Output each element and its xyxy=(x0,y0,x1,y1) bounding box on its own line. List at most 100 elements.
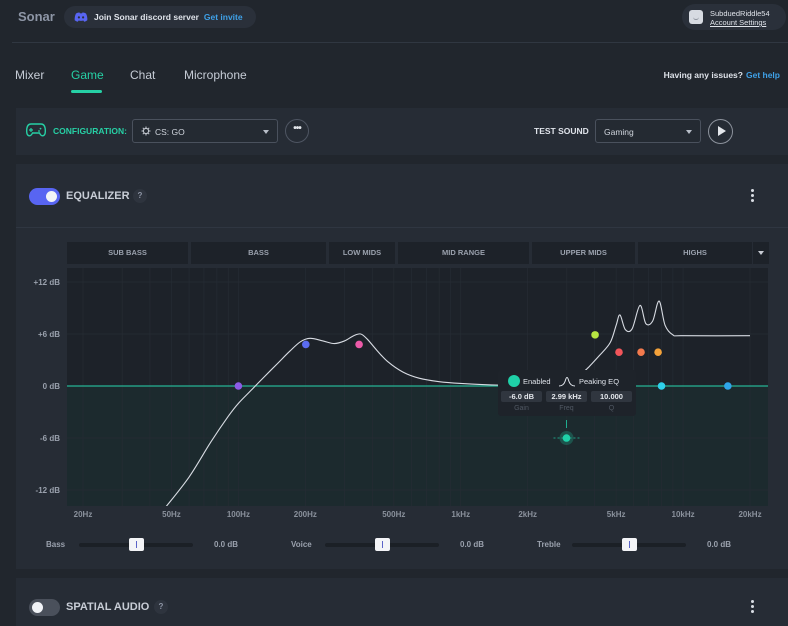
equalizer-menu-icon[interactable] xyxy=(749,189,755,205)
eq-chart: +12 dB +6 dB 0 dB -6 dB -12 dB 20Hz 50Hz 100Hz 2… xyxy=(0,265,788,527)
equalizer-toggle[interactable] xyxy=(29,188,60,205)
discord-icon xyxy=(74,12,88,22)
account-settings-link[interactable]: Account Settings xyxy=(710,18,766,27)
band-mid-range[interactable]: MID RANGE xyxy=(398,242,529,264)
peaking-eq-icon xyxy=(559,377,575,387)
equalizer-help-icon[interactable]: ? xyxy=(133,189,147,203)
y-tick-label: -6 dB xyxy=(40,434,60,443)
treble-slider-thumb[interactable] xyxy=(621,538,637,551)
get-help-link[interactable]: Get help xyxy=(746,70,780,80)
app-title: Sonar xyxy=(18,9,55,24)
band-upper-mids[interactable]: UPPER MIDS xyxy=(532,242,635,264)
x-tick-label: 1kHz xyxy=(451,510,470,519)
voice-slider-thumb[interactable] xyxy=(374,538,390,551)
y-tick-label: -12 dB xyxy=(36,486,61,495)
band-sub-bass[interactable]: SUB BASS xyxy=(67,242,188,264)
configuration-bar: CONFIGURATION: CS: GO ••• TEST SOUND Gam… xyxy=(16,108,788,155)
bass-slider[interactable] xyxy=(79,538,193,551)
eq-chart-svg[interactable]: +12 dB +6 dB 0 dB -6 dB -12 dB 20Hz 50Hz 100Hz 2… xyxy=(0,265,788,527)
spatial-audio-menu-icon[interactable] xyxy=(749,600,755,616)
discord-banner[interactable]: Join Sonar discord server Get invite xyxy=(64,6,256,28)
spatial-audio-toggle[interactable] xyxy=(29,599,60,616)
x-tick-label: 500Hz xyxy=(382,510,405,519)
test-sound-value: Gaming xyxy=(604,127,634,137)
y-tick-label: 0 dB xyxy=(43,382,61,391)
gain-label: Gain xyxy=(514,405,529,412)
eq-node[interactable] xyxy=(355,340,363,349)
toggle-knob xyxy=(46,191,57,202)
q-label: Q xyxy=(608,405,615,412)
treble-slider-value: 0.0 dB xyxy=(707,540,732,549)
y-tick-label: +12 dB xyxy=(34,278,61,287)
equalizer-title: EQUALIZER xyxy=(66,190,130,202)
get-invite-link[interactable]: Get invite xyxy=(204,12,243,22)
x-tick-label: 200Hz xyxy=(294,510,317,519)
avatar-icon xyxy=(689,10,703,24)
x-tick-label: 10kHz xyxy=(672,510,695,519)
eq-node[interactable] xyxy=(234,382,243,390)
main-tabs: Mixer Game Chat Microphone Having any is… xyxy=(0,62,788,96)
steelseries-icon xyxy=(141,126,151,136)
x-tick-label: 20kHz xyxy=(738,510,761,519)
equalizer-header: EQUALIZER ? xyxy=(16,164,788,228)
chevron-down-icon xyxy=(686,130,692,134)
eq-node[interactable] xyxy=(654,348,662,356)
configuration-label: CONFIGURATION: xyxy=(53,126,127,136)
top-bar: Sonar Join Sonar discord server Get invi… xyxy=(0,0,788,42)
spatial-audio-panel: SPATIAL AUDIO ? xyxy=(16,578,788,626)
eq-node[interactable] xyxy=(302,340,310,349)
bands-dropdown-icon[interactable] xyxy=(753,242,769,264)
test-sound-select[interactable]: Gaming xyxy=(595,119,701,143)
tab-chat[interactable]: Chat xyxy=(130,68,155,82)
username: SubduedRiddle54 xyxy=(710,9,770,18)
chevron-down-icon xyxy=(263,130,269,134)
spatial-audio-help-icon[interactable]: ? xyxy=(154,600,168,614)
active-tab-indicator xyxy=(71,90,102,93)
help-text: Having any issues? xyxy=(663,70,743,80)
bass-slider-label: Bass xyxy=(46,540,66,549)
spatial-audio-title: SPATIAL AUDIO xyxy=(66,601,150,613)
bass-slider-thumb[interactable] xyxy=(128,538,144,551)
more-options-button[interactable]: ••• xyxy=(285,119,309,143)
x-tick-label: 2kHz xyxy=(518,510,537,519)
tab-game[interactable]: Game xyxy=(71,68,104,82)
eq-node[interactable] xyxy=(637,348,645,356)
play-test-sound-button[interactable] xyxy=(708,119,733,144)
enabled-label: Enabled xyxy=(523,377,551,386)
tab-microphone[interactable]: Microphone xyxy=(184,68,247,82)
bass-slider-value: 0.0 dB xyxy=(214,540,239,549)
x-tick-label: 50Hz xyxy=(162,510,181,519)
enabled-indicator[interactable] xyxy=(508,375,520,387)
freq-label: Freq xyxy=(559,405,574,412)
x-tick-label: 20Hz xyxy=(74,510,93,519)
freq-field[interactable]: 2.99 kHz xyxy=(546,391,587,402)
eq-node[interactable] xyxy=(657,382,666,390)
test-sound-label: TEST SOUND xyxy=(534,126,589,136)
treble-slider[interactable] xyxy=(572,538,686,551)
negative-region-fill xyxy=(67,386,768,506)
header-divider xyxy=(12,42,788,43)
q-field[interactable]: 10.000 xyxy=(591,391,632,402)
voice-slider-value: 0.0 dB xyxy=(460,540,485,549)
gamepad-icon xyxy=(26,123,46,137)
help-prompt: Having any issues? Get help xyxy=(664,70,780,80)
x-tick-label: 100Hz xyxy=(227,510,250,519)
gain-field[interactable]: -6.0 dB xyxy=(501,391,542,402)
voice-slider[interactable] xyxy=(325,538,439,551)
x-tick-label: 5kHz xyxy=(607,510,626,519)
quick-sliders: Bass 0.0 dB Voice 0.0 dB Treble 0.0 dB xyxy=(0,535,788,555)
eq-node-tooltip: Enabled Peaking EQ -6.0 dB 2.99 kHz 10.0… xyxy=(498,370,636,416)
band-bass[interactable]: BASS xyxy=(191,242,326,264)
eq-node[interactable] xyxy=(591,331,599,339)
eq-node[interactable] xyxy=(615,348,623,356)
treble-slider-label: Treble xyxy=(537,540,561,549)
filter-type-label[interactable]: Peaking EQ xyxy=(579,377,619,386)
band-highs[interactable]: HIGHS xyxy=(638,242,752,264)
eq-node[interactable] xyxy=(562,434,571,442)
eq-node[interactable] xyxy=(724,382,732,390)
tab-mixer[interactable]: Mixer xyxy=(15,68,44,82)
account-menu[interactable]: SubduedRiddle54 Account Settings xyxy=(682,4,786,30)
y-tick-label: +6 dB xyxy=(38,330,60,339)
band-low-mids[interactable]: LOW MIDS xyxy=(329,242,395,264)
configuration-select[interactable]: CS: GO xyxy=(132,119,278,143)
